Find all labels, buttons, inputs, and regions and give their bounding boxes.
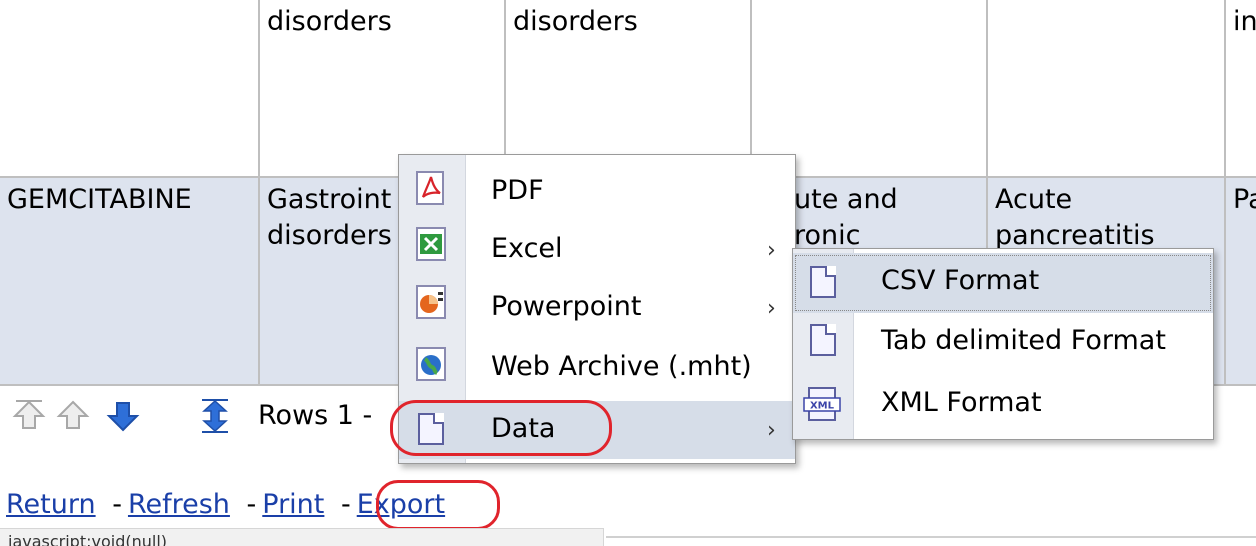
menu-item-csv-format[interactable]: CSV Format	[793, 253, 1213, 313]
table-cell: Pa	[1226, 178, 1256, 384]
grid-line	[258, 0, 260, 384]
print-link[interactable]: Print	[262, 489, 324, 520]
annotation-ring-data	[390, 400, 612, 456]
table-cell	[988, 0, 1224, 176]
annotation-ring-export	[376, 480, 500, 530]
table-cell: disorders	[260, 0, 504, 176]
menu-item-excel[interactable]: Excel ›	[399, 221, 795, 279]
table-cell: in	[1226, 0, 1256, 176]
rows-range-label: Rows 1 -	[258, 400, 373, 431]
tab-file-icon	[810, 324, 836, 356]
menu-item-tab-delimited-format[interactable]: Tab delimited Format	[793, 313, 1213, 375]
refresh-link[interactable]: Refresh	[128, 489, 230, 520]
status-divider	[606, 536, 1256, 538]
first-page-icon[interactable]	[12, 399, 46, 433]
grid-line	[1224, 0, 1226, 384]
all-rows-icon[interactable]	[198, 399, 232, 433]
submenu-arrow-icon: ›	[767, 418, 776, 443]
submenu-arrow-icon: ›	[767, 238, 776, 263]
submenu-arrow-icon: ›	[767, 296, 776, 321]
xml-file-icon: XML	[803, 387, 841, 421]
table-cell	[0, 0, 258, 176]
menu-item-xml-format[interactable]: XML XML Format	[793, 375, 1213, 435]
menu-item-web-archive[interactable]: Web Archive (.mht)	[399, 339, 795, 399]
menu-item-powerpoint[interactable]: Powerpoint ›	[399, 279, 795, 339]
svg-text:XML: XML	[810, 401, 835, 412]
data-submenu: CSV Format Tab delimited Format XML XML …	[792, 248, 1214, 440]
web-archive-icon	[416, 347, 446, 381]
csv-file-icon	[810, 266, 836, 298]
menu-item-pdf[interactable]: PDF	[399, 163, 795, 221]
return-link[interactable]: Return	[6, 489, 96, 520]
next-page-icon[interactable]	[106, 399, 140, 433]
browser-status-bar: javascript:void(null)	[0, 528, 604, 546]
table-cell-drug: GEMCITABINE	[0, 178, 258, 384]
powerpoint-icon	[416, 285, 446, 319]
table-cell	[752, 0, 986, 176]
excel-icon	[416, 227, 446, 261]
table-cell: disorders	[506, 0, 750, 176]
previous-page-icon[interactable]	[56, 399, 90, 433]
pdf-icon	[416, 171, 444, 205]
